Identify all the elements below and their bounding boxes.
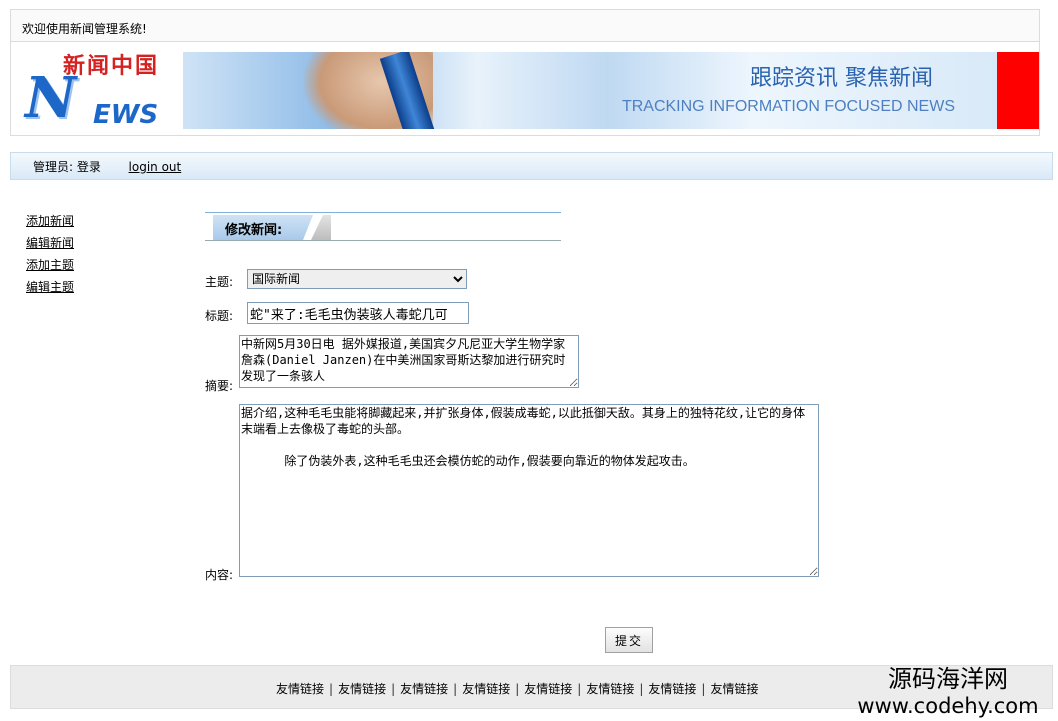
banner-slogan-cn: 跟踪资讯 聚焦新闻 <box>750 66 933 91</box>
footer-separator: | <box>577 682 582 696</box>
welcome-bar: 欢迎使用新闻管理系统! <box>10 9 1040 41</box>
footer-separator: | <box>329 682 334 696</box>
admin-label: 管理员: <box>33 160 74 174</box>
topic-select[interactable]: 国际新闻 <box>247 269 467 289</box>
site-watermark: 源码海洋网 www.codehy.com <box>838 664 1058 718</box>
content-textarea[interactable]: 据介绍,这种毛毛虫能将脚藏起来,并扩张身体,假装成毒蛇,以此抵御天敌。其身上的独… <box>239 404 819 577</box>
submit-button[interactable]: 提交 <box>605 627 653 653</box>
title-label: 标题: <box>205 309 234 323</box>
footer-separator: | <box>515 682 520 696</box>
footer-link[interactable]: 友情链接 <box>338 682 386 696</box>
welcome-text: 欢迎使用新闻管理系统! <box>22 22 147 36</box>
banner-red-block <box>997 52 1039 129</box>
watermark-en: www.codehy.com <box>857 694 1039 718</box>
content-label: 内容: <box>205 568 234 582</box>
summary-textarea[interactable]: 中新网5月30日电 据外媒报道,美国宾夕凡尼亚大学生物学家詹森(Daniel J… <box>239 335 579 388</box>
topic-label: 主题: <box>205 275 234 289</box>
logo-n-letter: N <box>25 65 77 131</box>
logout-link[interactable]: login out <box>129 160 182 174</box>
banner-image: 跟踪资讯 聚焦新闻 TRACKING INFORMATION FOCUSED N… <box>183 52 999 129</box>
footer-link[interactable]: 友情链接 <box>648 682 696 696</box>
logo-ews-letters: EWS <box>93 100 159 130</box>
footer-separator: | <box>391 682 396 696</box>
summary-label: 摘要: <box>205 379 234 393</box>
sidebar-item-edit-topic[interactable]: 编辑主题 <box>26 276 74 298</box>
section-title: 修改新闻: <box>225 223 283 238</box>
header-banner: 新闻中国 N EWS 跟踪资讯 聚焦新闻 TRACKING INFORMATIO… <box>10 41 1040 136</box>
sidebar-nav: 添加新闻 编辑新闻 添加主题 编辑主题 <box>26 210 74 298</box>
footer-link[interactable]: 友情链接 <box>586 682 634 696</box>
footer-link[interactable]: 友情链接 <box>710 682 758 696</box>
admin-bar: 管理员: 登录 login out <box>10 152 1053 180</box>
section-header: 修改新闻: <box>205 212 561 241</box>
sidebar-item-edit-news[interactable]: 编辑新闻 <box>26 232 74 254</box>
banner-slogan-en: TRACKING INFORMATION FOCUSED NEWS <box>621 98 955 115</box>
footer-link[interactable]: 友情链接 <box>276 682 324 696</box>
title-input[interactable] <box>247 302 469 324</box>
footer-separator: | <box>453 682 458 696</box>
section-tab-edge <box>311 215 331 240</box>
logo-chinese-text: 新闻中国 <box>63 54 160 79</box>
watermark-cn: 源码海洋网 <box>888 665 1008 693</box>
footer-link[interactable]: 友情链接 <box>400 682 448 696</box>
footer-separator: | <box>701 682 706 696</box>
footer-link[interactable]: 友情链接 <box>524 682 572 696</box>
admin-login-text: 登录 <box>76 160 101 174</box>
footer-links: 友情链接 | 友情链接 | 友情链接 | 友情链接 | 友情链接 | 友情链接 | 友情链接 | 友情链接 <box>276 680 758 697</box>
sidebar-item-add-news[interactable]: 添加新闻 <box>26 210 74 232</box>
footer-link[interactable]: 友情链接 <box>462 682 510 696</box>
sidebar-item-add-topic[interactable]: 添加主题 <box>26 254 74 276</box>
footer-separator: | <box>639 682 644 696</box>
